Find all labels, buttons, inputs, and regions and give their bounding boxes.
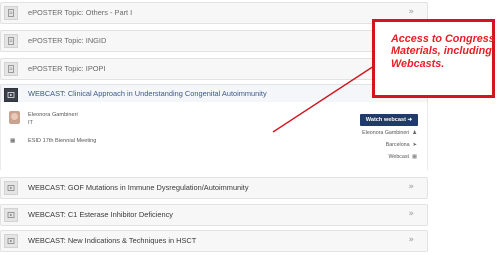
callout-text: Access to Congress Materials, including …: [391, 33, 495, 70]
meta-speaker: Eleonora Gambineri ♟: [362, 130, 417, 136]
user-icon: ♟: [412, 130, 417, 136]
webcast-detail-panel: Eleonora Gambineri IT ▦ ESID 17th Bienni…: [0, 102, 428, 170]
row-label: WEBCAST: New Indications & Techniques in…: [28, 236, 197, 245]
chevron-down-icon[interactable]: »: [408, 182, 413, 192]
accordion-row-poster-others[interactable]: ePOSTER Topic: Others - Part I »: [0, 2, 428, 24]
watch-webcast-button[interactable]: Watch webcast ➜: [360, 114, 418, 126]
row-label: ePOSTER Topic: IPOPI: [28, 64, 106, 73]
speaker-country: IT: [28, 120, 33, 126]
chevron-down-icon[interactable]: »: [408, 235, 413, 245]
accordion-row-webcast-c1-esterase[interactable]: WEBCAST: C1 Esterase Inhibitor Deficienc…: [0, 204, 428, 226]
accordion-row-webcast-hsct[interactable]: WEBCAST: New Indications & Techniques in…: [0, 230, 428, 252]
accordion-row-webcast-gof-mutations[interactable]: WEBCAST: GOF Mutations in Immune Dysregu…: [0, 177, 428, 199]
chevron-down-icon[interactable]: »: [408, 7, 413, 17]
play-icon: [4, 181, 18, 195]
accordion-row-poster-ipopi[interactable]: ePOSTER Topic: IPOPI »: [0, 58, 428, 80]
calendar-icon: ▦: [411, 154, 417, 160]
play-icon: [4, 88, 18, 102]
callout-box: Access to Congress Materials, including …: [372, 19, 495, 98]
event-name: ESID 17th Biennial Meeting: [28, 138, 97, 144]
row-label: ePOSTER Topic: INGID: [28, 36, 107, 45]
document-icon: [4, 34, 18, 48]
avatar: [9, 111, 20, 124]
document-icon: [4, 62, 18, 76]
row-label: WEBCAST: GOF Mutations in Immune Dysregu…: [28, 183, 249, 192]
accordion-row-webcast-congenital-autoimmunity[interactable]: WEBCAST: Clinical Approach in Understand…: [0, 84, 428, 104]
calendar-icon: ▦: [10, 138, 16, 144]
speaker-name: Eleonora Gambineri: [28, 112, 78, 118]
play-icon: [4, 234, 18, 248]
chevron-down-icon[interactable]: »: [408, 209, 413, 219]
location-arrow-icon: ➤: [412, 142, 417, 148]
row-label: WEBCAST: Clinical Approach in Understand…: [28, 89, 267, 98]
accordion-row-poster-ingid[interactable]: ePOSTER Topic: INGID »: [0, 30, 428, 52]
row-label: WEBCAST: C1 Esterase Inhibitor Deficienc…: [28, 210, 173, 219]
play-icon: [4, 208, 18, 222]
meta-location: Barcelona ➤: [385, 142, 417, 148]
meta-type: Webcast ▦: [388, 154, 417, 160]
row-label: ePOSTER Topic: Others - Part I: [28, 8, 133, 17]
document-icon: [4, 6, 18, 20]
